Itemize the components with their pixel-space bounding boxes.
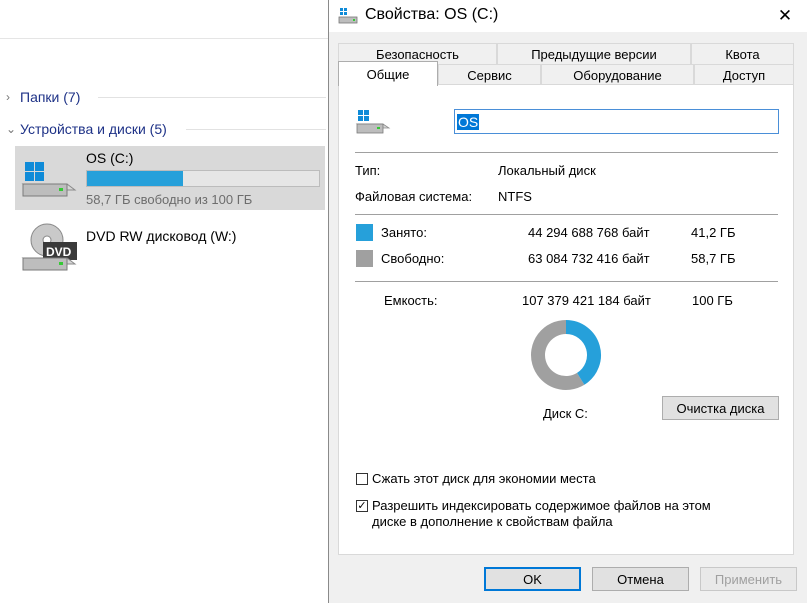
drive-free-space: 58,7 ГБ свободно из 100 ГБ (86, 192, 253, 207)
drive-name: DVD RW дисковод (W:) (86, 228, 237, 244)
tab-label: Сервис (467, 67, 512, 83)
filesystem-label: Файловая система: (355, 189, 473, 204)
compress-checkbox[interactable] (356, 473, 368, 485)
tab-label: Безопасность (376, 46, 459, 62)
close-button[interactable]: ✕ (762, 0, 807, 32)
folders-group-header[interactable]: › Папки (7) (6, 87, 80, 107)
group-rule (98, 97, 326, 98)
used-label: Занято: (381, 225, 427, 240)
drive-large-icon (355, 110, 391, 134)
explorer-window: › Папки (7) ⌄ Устройства и диски (5) OS … (0, 0, 330, 603)
free-bytes: 63 084 732 416 байт (528, 251, 650, 266)
button-label: OK (523, 571, 542, 587)
disk-usage-donut (531, 320, 601, 390)
drive-name-selected-text: OS (457, 113, 480, 130)
tab-label: Предыдущие версии (531, 46, 657, 62)
donut-used-segment (565, 320, 601, 385)
capacity-size: 100 ГБ (692, 293, 733, 308)
used-bytes: 44 294 688 768 байт (528, 225, 650, 240)
tab-service[interactable]: Сервис (438, 64, 541, 85)
separator (355, 152, 778, 153)
ok-button[interactable]: OK (484, 567, 581, 591)
tab-label: Квота (725, 46, 760, 62)
drive-title-icon (338, 8, 358, 24)
used-color-swatch (356, 224, 373, 241)
explorer-divider (0, 38, 330, 39)
compress-label: Сжать этот диск для экономии места (372, 471, 596, 486)
chevron-right-icon: › (6, 90, 10, 104)
free-color-swatch (356, 250, 373, 267)
properties-dialog: Свойства: OS (C:) ✕ Безопасность Предыду… (328, 0, 807, 603)
dialog-titlebar[interactable]: Свойства: OS (C:) ✕ (329, 0, 807, 32)
drive-name: OS (C:) (86, 150, 134, 166)
cancel-button[interactable]: Отмена (592, 567, 689, 591)
disk-label: Диск C: (543, 406, 588, 421)
free-label: Свободно: (381, 251, 445, 266)
drive-usage-bar (86, 170, 320, 187)
index-label-line2: диске в дополнение к свойствам файла (372, 514, 613, 529)
folders-group-label: Папки (7) (20, 89, 81, 105)
dvd-drive-icon: DVD (21, 223, 77, 271)
button-label: Применить (714, 571, 783, 587)
type-label: Тип: (355, 163, 381, 178)
disk-cleanup-button[interactable]: Очистка диска (662, 396, 779, 420)
index-label-line1: Разрешить индексировать содержимое файло… (372, 498, 711, 513)
tab-previous-versions[interactable]: Предыдущие версии (497, 43, 691, 64)
hard-drive-icon (21, 162, 77, 197)
tab-label: Доступ (722, 67, 766, 83)
index-checkbox[interactable]: ✓ (356, 500, 368, 512)
devices-group-label: Устройства и диски (5) (20, 121, 167, 137)
apply-button[interactable]: Применить (700, 567, 797, 591)
drive-usage-fill (87, 171, 183, 186)
separator (355, 214, 778, 215)
button-label: Отмена (617, 571, 664, 587)
drive-item-c[interactable]: OS (C:) 58,7 ГБ свободно из 100 ГБ (15, 146, 325, 210)
tab-label: Общие (366, 66, 410, 82)
tab-label: Оборудование (573, 67, 662, 83)
group-rule (186, 129, 326, 130)
chevron-down-icon: ⌄ (6, 122, 17, 136)
dialog-title: Свойства: OS (C:) (365, 6, 499, 23)
general-tab-panel: OS Тип: Локальный диск Файловая система:… (338, 84, 794, 555)
tab-general[interactable]: Общие (338, 61, 438, 86)
separator (355, 281, 778, 282)
devices-group-header[interactable]: ⌄ Устройства и диски (5) (6, 119, 167, 139)
drive-item-w[interactable]: DVD DVD RW дисковод (W:) (15, 218, 325, 282)
tab-hardware[interactable]: Оборудование (541, 64, 694, 85)
capacity-label: Емкость: (384, 293, 438, 308)
filesystem-value: NTFS (498, 189, 532, 204)
dvd-icon-label: DVD (46, 245, 72, 259)
capacity-bytes: 107 379 421 184 байт (522, 293, 651, 308)
tab-quota[interactable]: Квота (691, 43, 794, 64)
free-size: 58,7 ГБ (691, 251, 736, 266)
drive-name-input[interactable]: OS (454, 109, 779, 134)
close-icon: ✕ (777, 6, 793, 25)
used-size: 41,2 ГБ (691, 225, 736, 240)
button-label: Очистка диска (676, 400, 765, 416)
type-value: Локальный диск (498, 163, 596, 178)
tab-sharing[interactable]: Доступ (694, 64, 794, 85)
